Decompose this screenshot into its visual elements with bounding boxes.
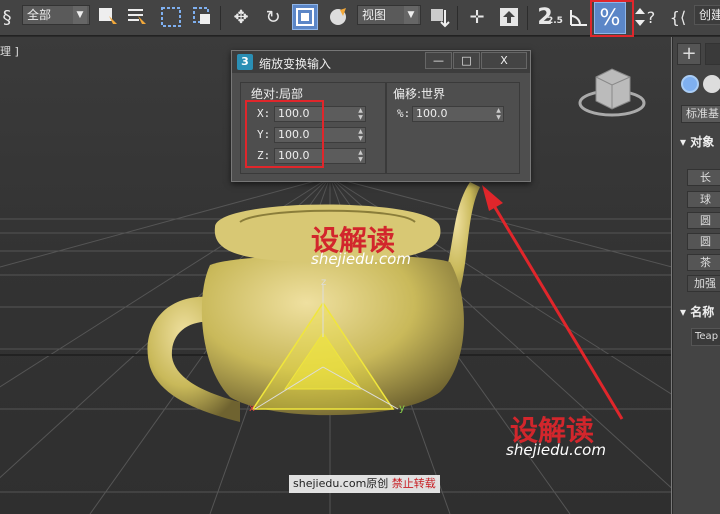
box-button-label: 长: [700, 171, 711, 184]
footer-site: shejiedu.com: [293, 477, 367, 490]
plus-icon: +: [681, 43, 697, 64]
3dsmax-app-icon: 3: [237, 54, 253, 70]
rollout-object-type-label: 对象: [690, 135, 715, 149]
select-manipulate-icon[interactable]: ✛: [464, 4, 490, 30]
dialog-title-bar[interactable]: 3 缩放变换输入 — □ X: [232, 51, 530, 73]
pivot-center-icon[interactable]: [426, 4, 452, 30]
place-icon[interactable]: [326, 4, 352, 30]
percent-field-label: %:: [397, 107, 411, 120]
create-selection-set-field[interactable]: 创建: [694, 5, 720, 25]
cylinder-button-label: 圆: [700, 214, 711, 227]
rollout-name-color[interactable]: ▾ 名称: [680, 303, 714, 320]
spinner-icon[interactable]: ▲ ▼: [356, 128, 365, 142]
selection-filter-value: 全部: [27, 8, 52, 22]
close-button[interactable]: X: [481, 52, 527, 69]
cylinder-button[interactable]: 圆: [687, 212, 720, 229]
scale-icon[interactable]: [292, 4, 318, 30]
offset-percent-value: 100.0: [416, 107, 448, 120]
teapot-button-label: 茶: [700, 256, 711, 269]
autogrid-button[interactable]: 加强: [687, 275, 720, 292]
box-button[interactable]: 长: [687, 169, 720, 186]
dialog-title: 缩放变换输入: [259, 57, 332, 71]
object-name-value: Teap: [695, 331, 719, 342]
gizmo-axis-x-label: x: [249, 403, 255, 414]
snaps-toggle-icon[interactable]: 2 2.5: [532, 4, 563, 30]
offset-percent-input[interactable]: 100.0 ▲ ▼: [412, 106, 504, 122]
chevron-down-icon: ▼: [73, 6, 87, 24]
object-category-dropdown[interactable]: 标准基: [681, 105, 720, 123]
rollout-object-type[interactable]: ▾ 对象: [680, 133, 714, 150]
torus-button-label: 圆: [700, 235, 711, 248]
sphere-button-label: 球: [700, 193, 711, 206]
rotate-icon[interactable]: ↻: [260, 4, 286, 30]
main-toolbar: § 全部 ▼ ✥ ↻ 视图 ▼ ✛ 2 2.5 % ? {⟨ 创建: [0, 0, 720, 37]
toolbar-divider: [220, 6, 221, 30]
offset-percent-row: %: 100.0 ▲ ▼: [397, 106, 507, 122]
object-name-input[interactable]: Teap: [691, 328, 720, 346]
object-category-value: 标准基: [686, 107, 719, 120]
minimize-button[interactable]: —: [425, 52, 452, 69]
shapes-icon[interactable]: [703, 75, 720, 93]
xyz-fields-highlight: [245, 100, 324, 168]
torus-button[interactable]: 圆: [687, 233, 720, 250]
keyboard-shortcut-override-icon[interactable]: [496, 4, 522, 30]
sphere-button[interactable]: 球: [687, 191, 720, 208]
footer-original: 原创: [366, 477, 389, 490]
toolbar-divider: [457, 6, 458, 30]
modify-tab[interactable]: [705, 43, 720, 65]
select-object-icon[interactable]: [95, 4, 121, 30]
reference-coordinate-dropdown[interactable]: 视图 ▼: [357, 5, 421, 25]
spinner-icon[interactable]: ▲ ▼: [356, 149, 365, 163]
viewcube[interactable]: [578, 68, 646, 117]
maximize-button[interactable]: □: [453, 52, 480, 69]
gizmo-axis-z-label: z: [321, 277, 327, 288]
link-icon[interactable]: §: [0, 4, 20, 30]
watermark-brand-en-2: shejiedu.com: [506, 441, 606, 459]
spinner-icon[interactable]: ▲ ▼: [356, 107, 365, 121]
footer-watermark: shejiedu.com原创 禁止转载: [289, 475, 440, 493]
reference-coordinate-value: 视图: [362, 8, 387, 22]
rectangular-selection-icon[interactable]: [158, 4, 184, 30]
teapot-button[interactable]: 茶: [687, 254, 720, 271]
geometry-icon[interactable]: [681, 75, 699, 93]
command-panel: + 标准基 ▾ 对象 长 球 圆 圆 茶 加强 ▾ 名称 Teap: [673, 37, 720, 514]
edit-named-selection-icon[interactable]: {⟨: [666, 4, 690, 30]
footer-warning: 禁止转载: [391, 477, 436, 490]
offset-world-group: 偏移:世界: [386, 82, 520, 174]
percent-snap-toggle-button[interactable]: %: [594, 2, 626, 34]
angle-snap-icon[interactable]: [566, 4, 592, 30]
snap-value-label: 2.5: [547, 16, 563, 26]
create-tab[interactable]: +: [677, 43, 701, 65]
watermark-brand-en: shejiedu.com: [311, 250, 411, 268]
offset-group-title: 偏移:世界: [391, 85, 448, 102]
annotation-arrow: [482, 185, 624, 420]
autogrid-label: 加强: [694, 277, 716, 290]
window-crossing-icon[interactable]: [190, 4, 216, 30]
create-selection-set-label: 创建: [699, 8, 720, 22]
select-by-name-icon[interactable]: [124, 4, 150, 30]
chevron-down-icon: ▼: [404, 6, 418, 24]
question-icon: ?: [646, 7, 656, 27]
move-icon[interactable]: ✥: [228, 4, 254, 30]
rollout-name-label: 名称: [690, 305, 715, 319]
toolbar-divider: [527, 6, 528, 30]
selection-filter-dropdown[interactable]: 全部 ▼: [22, 5, 90, 25]
percent-icon: %: [599, 5, 621, 31]
spinner-icon[interactable]: ▲ ▼: [494, 107, 503, 121]
gizmo-axis-y-label: y: [399, 403, 405, 414]
scale-transform-type-in-dialog: 3 缩放变换输入 — □ X 绝对:局部 X: 100.0 ▲ ▼ Y: 100.…: [231, 50, 531, 182]
